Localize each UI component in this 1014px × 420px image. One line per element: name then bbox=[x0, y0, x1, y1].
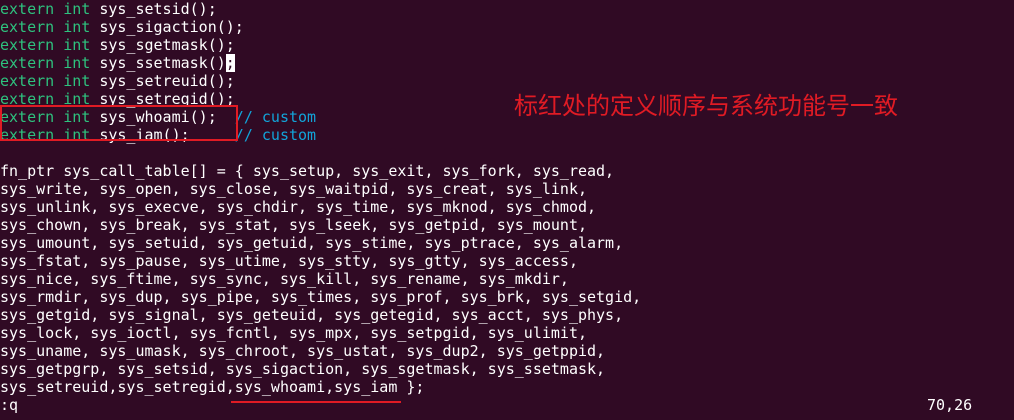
declaration: sys_sigaction(); bbox=[99, 18, 244, 36]
declaration: sys_ssetmask() bbox=[99, 54, 226, 72]
code-line[interactable]: sys_umount, sys_setuid, sys_getuid, sys_… bbox=[0, 234, 623, 252]
declaration: sys_setregid(); bbox=[99, 90, 235, 108]
keyword: extern bbox=[0, 0, 55, 18]
highlight-underline bbox=[231, 401, 401, 403]
keyword: extern bbox=[0, 36, 55, 54]
declaration: sys_setsid(); bbox=[99, 0, 217, 18]
keyword: extern bbox=[0, 72, 55, 90]
code-line[interactable]: extern int sys_whoami(); // custom bbox=[0, 108, 316, 126]
code-line[interactable]: extern int sys_sgetmask(); bbox=[0, 36, 235, 54]
type-keyword: int bbox=[63, 18, 91, 36]
code-line[interactable]: sys_lock, sys_ioctl, sys_fcntl, sys_mpx,… bbox=[0, 324, 587, 342]
declaration: sys_setreuid(); bbox=[99, 72, 235, 90]
vim-editor[interactable]: extern int sys_setsid(); extern int sys_… bbox=[0, 0, 1014, 420]
declaration: sys_iam(); bbox=[99, 126, 190, 144]
type-keyword: int bbox=[63, 108, 91, 126]
type-keyword: int bbox=[63, 0, 91, 18]
keyword: extern bbox=[0, 90, 55, 108]
command-line[interactable]: :q bbox=[0, 396, 18, 414]
code-line[interactable]: sys_fstat, sys_pause, sys_utime, sys_stt… bbox=[0, 252, 578, 270]
type-keyword: int bbox=[63, 72, 91, 90]
cursor-position: 70,26 bbox=[927, 396, 973, 414]
code-line[interactable]: sys_chown, sys_break, sys_stat, sys_lsee… bbox=[0, 216, 587, 234]
code-line[interactable]: extern int sys_sigaction(); bbox=[0, 18, 244, 36]
declaration: sys_whoami(); bbox=[99, 108, 217, 126]
code-line[interactable]: sys_unlink, sys_execve, sys_chdir, sys_t… bbox=[0, 198, 596, 216]
code-line[interactable]: fn_ptr sys_call_table[] = { sys_setup, s… bbox=[0, 162, 614, 180]
code-line[interactable]: extern int sys_setsid(); bbox=[0, 0, 217, 18]
code-line[interactable]: sys_write, sys_open, sys_close, sys_wait… bbox=[0, 180, 587, 198]
code-line[interactable]: extern int sys_setregid(); bbox=[0, 90, 235, 108]
code-line[interactable]: extern int sys_setreuid(); bbox=[0, 72, 235, 90]
code-line[interactable]: sys_uname, sys_umask, sys_chroot, sys_us… bbox=[0, 342, 605, 360]
code-line[interactable]: sys_nice, sys_ftime, sys_sync, sys_kill,… bbox=[0, 270, 569, 288]
keyword: extern bbox=[0, 54, 55, 72]
declaration: sys_sgetmask(); bbox=[99, 36, 235, 54]
code-line[interactable]: sys_getgid, sys_signal, sys_geteuid, sys… bbox=[0, 306, 623, 324]
annotation-text: 标红处的定义顺序与系统功能号一致 bbox=[514, 92, 898, 120]
code-comment: // custom bbox=[216, 108, 317, 126]
code-line[interactable]: sys_rmdir, sys_dup, sys_pipe, sys_times,… bbox=[0, 288, 641, 306]
text-cursor: ; bbox=[225, 54, 235, 72]
keyword: extern bbox=[0, 126, 55, 144]
keyword: extern bbox=[0, 18, 55, 36]
code-line[interactable]: extern int sys_iam(); // custom bbox=[0, 126, 316, 144]
type-keyword: int bbox=[63, 36, 91, 54]
code-line[interactable]: sys_setreuid,sys_setregid,sys_whoami,sys… bbox=[0, 378, 424, 396]
type-keyword: int bbox=[63, 54, 91, 72]
keyword: extern bbox=[0, 108, 55, 126]
type-keyword: int bbox=[63, 126, 91, 144]
code-line[interactable]: extern int sys_ssetmask(); bbox=[0, 54, 235, 72]
code-comment: // custom bbox=[189, 126, 317, 144]
code-line[interactable]: sys_getpgrp, sys_setsid, sys_sigaction, … bbox=[0, 360, 605, 378]
type-keyword: int bbox=[63, 90, 91, 108]
